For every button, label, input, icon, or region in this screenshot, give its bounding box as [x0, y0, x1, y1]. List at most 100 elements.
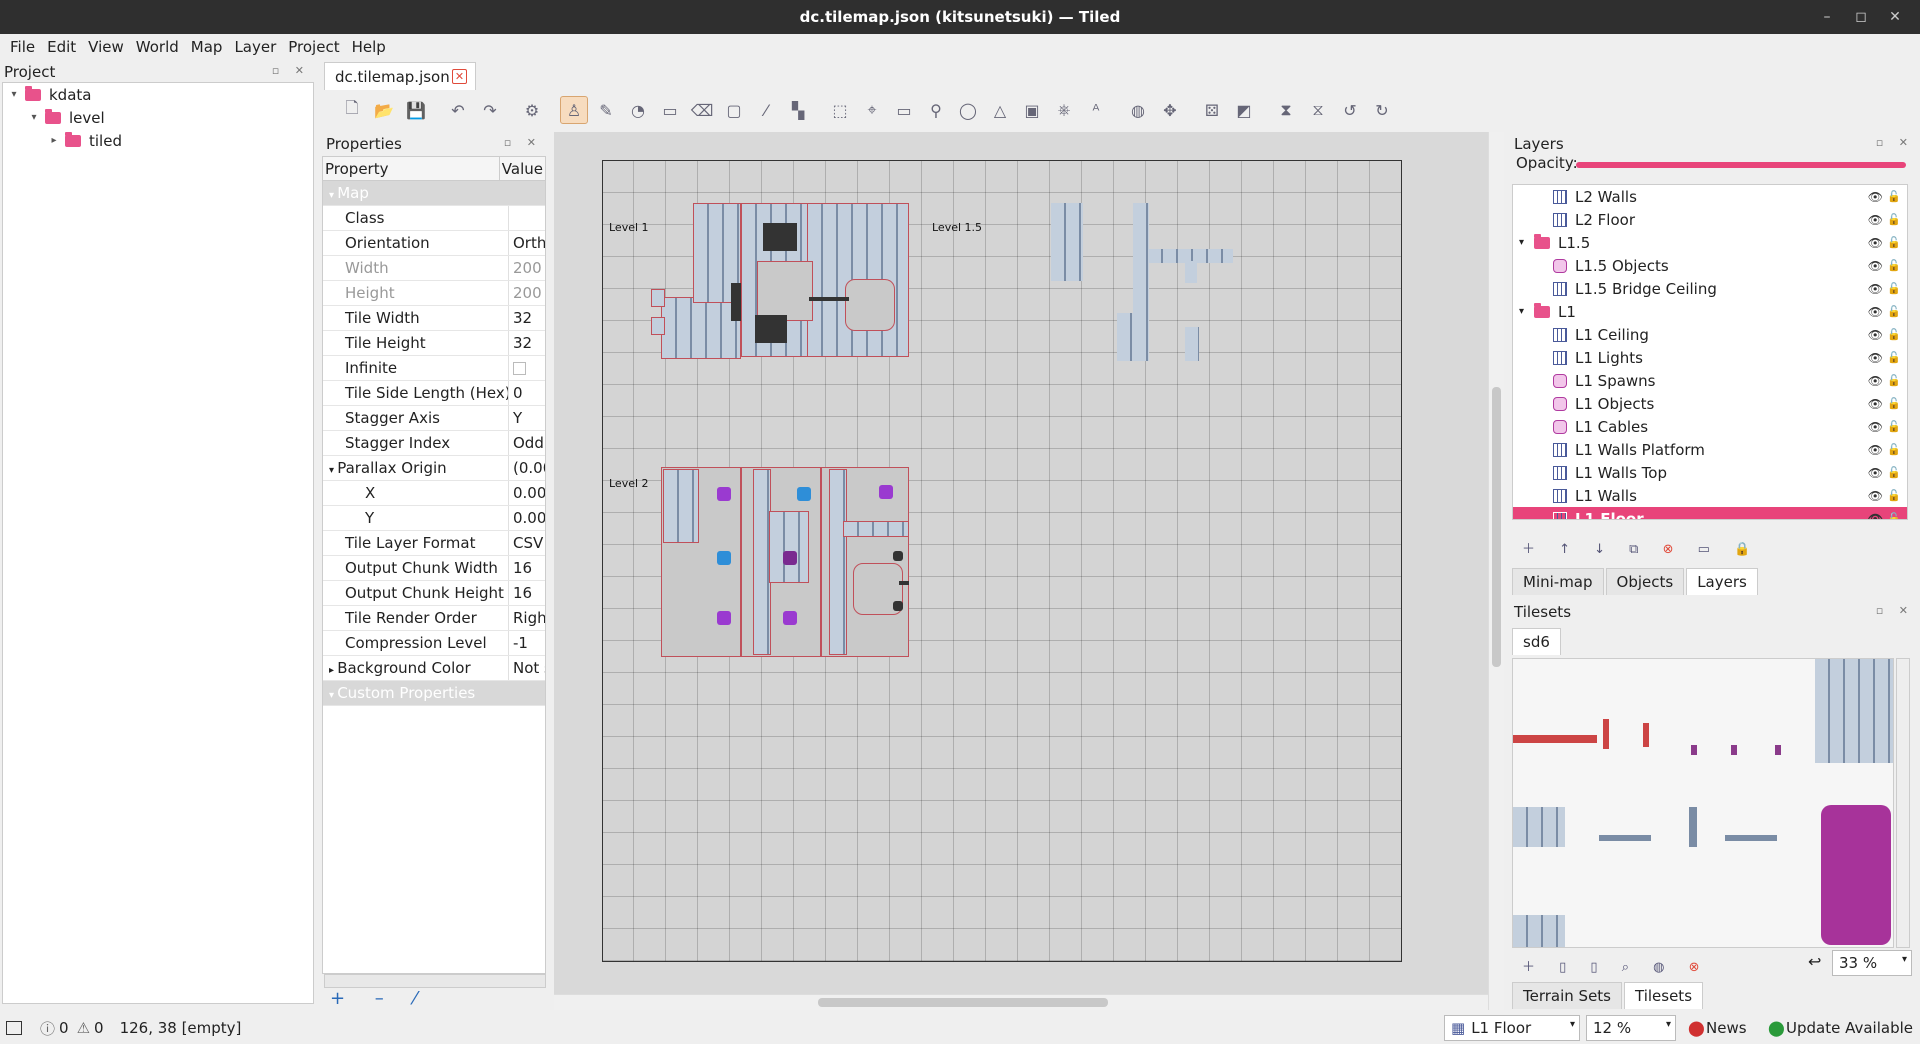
layer-item[interactable]: L1 Walls Top 👁 🔓 [1513, 461, 1907, 484]
stamp-brush-icon[interactable]: ♙ [560, 96, 588, 124]
chevron-icon[interactable]: ▸ [329, 665, 337, 676]
layer-item[interactable]: L1 Floor 👁 🔓 [1513, 507, 1907, 520]
property-value[interactable]: 16 [509, 559, 545, 577]
visibility-eye-icon[interactable]: 👁 [1868, 259, 1883, 273]
random-mode-icon[interactable]: ⚄ [1198, 96, 1226, 124]
layer-item[interactable]: L2 Walls 👁 🔓 [1513, 185, 1907, 208]
property-value[interactable] [509, 359, 545, 377]
lock-icon[interactable]: 🔓 [1887, 420, 1901, 433]
property-row[interactable]: Stagger Axis Y [323, 406, 545, 431]
commands-icon[interactable]: ⚙ [518, 96, 546, 124]
property-row[interactable]: Y 0.00 [323, 506, 545, 531]
property-row[interactable]: Output Chunk Width 16 [323, 556, 545, 581]
layer-item[interactable]: L1.5 Bridge Ceiling 👁 🔓 [1513, 277, 1907, 300]
undo-icon[interactable]: ↶ [444, 96, 472, 124]
property-row[interactable]: Tile Height 32 [323, 331, 545, 356]
lock-icon[interactable]: 🔓 [1887, 466, 1901, 479]
tilemap[interactable]: Level 1 Level 1.5 Level 2 [602, 160, 1402, 962]
warning-icon[interactable]: ⚠ [77, 1019, 90, 1037]
property-row[interactable]: Width 200 [323, 256, 545, 281]
property-row[interactable]: Output Chunk Height 16 [323, 581, 545, 606]
minimize-icon[interactable]: – [1812, 0, 1842, 34]
lock-icon[interactable]: 🔓 [1887, 213, 1901, 226]
error-icon[interactable]: ⓘ [40, 1018, 55, 1039]
open-icon[interactable]: 📂 [370, 96, 398, 124]
property-row[interactable]: Compression Level -1 [323, 631, 545, 656]
move-icon[interactable]: ✥ [1156, 96, 1184, 124]
menu-map[interactable]: Map [185, 38, 229, 56]
chevron-right-icon[interactable]: ▸ [47, 135, 61, 146]
property-value[interactable]: Odd [509, 434, 545, 452]
visibility-eye-icon[interactable]: 👁 [1868, 305, 1883, 319]
property-value[interactable]: -1 [509, 634, 545, 652]
property-row[interactable]: Infinite [323, 356, 545, 381]
edit-polygons-icon[interactable]: ⌖ [858, 96, 886, 124]
rotate-right-icon[interactable]: ↻ [1368, 96, 1396, 124]
news-button[interactable]: News [1706, 1019, 1747, 1037]
layer-item[interactable]: L1 Walls Platform 👁 🔓 [1513, 438, 1907, 461]
layer-item[interactable]: ▾ L1.5 👁 🔓 [1513, 231, 1907, 254]
property-value[interactable]: Not s [509, 659, 545, 677]
property-row[interactable]: X 0.00 [323, 481, 545, 506]
insert-text-icon[interactable]: ᴬ [1082, 96, 1110, 124]
tree-item-tiled[interactable]: ▸ tiled [3, 129, 313, 152]
property-value[interactable]: 0.00 [509, 484, 545, 502]
chevron-down-icon[interactable]: ▾ [7, 89, 21, 100]
property-value[interactable]: Y [509, 409, 545, 427]
canvas-hscroll[interactable] [554, 994, 1488, 1010]
menu-help[interactable]: Help [346, 38, 392, 56]
dock-buttons-icon[interactable]: ▫ ✕ [272, 64, 310, 77]
chevron-down-icon[interactable]: ▾ [1519, 237, 1524, 248]
layer-item[interactable]: L1.5 Objects 👁 🔓 [1513, 254, 1907, 277]
visibility-eye-icon[interactable]: 👁 [1868, 351, 1883, 365]
menu-layer[interactable]: Layer [228, 38, 282, 56]
property-value[interactable]: 0 [509, 384, 545, 402]
layer-item[interactable]: L1 Ceiling 👁 🔓 [1513, 323, 1907, 346]
dynamic-wrap-icon[interactable]: ↩ [1808, 952, 1821, 971]
layer-actions[interactable]: ＋ ↑ ↓ ⧉ ⊗ ▭ 🔒 [1522, 538, 1760, 557]
visibility-eye-icon[interactable]: 👁 [1868, 512, 1883, 520]
chevron-down-icon[interactable]: ▾ [27, 112, 41, 123]
chevron-icon[interactable]: ▾ [329, 465, 337, 476]
layer-combo[interactable]: ▦ L1 Floor ▾ [1444, 1015, 1580, 1041]
new-map-icon[interactable]: 🗋 [338, 96, 366, 124]
add-property-icon[interactable]: + – ⁄ [330, 988, 429, 1009]
layer-item[interactable]: L1 Lights 👁 🔓 [1513, 346, 1907, 369]
menu-view[interactable]: View [82, 38, 130, 56]
property-row[interactable]: Height 200 [323, 281, 545, 306]
lock-icon[interactable]: 🔓 [1887, 190, 1901, 203]
map-canvas[interactable]: Level 1 Level 1.5 Level 2 [554, 132, 1504, 1010]
property-value[interactable]: 0.00 [509, 509, 545, 527]
property-value[interactable]: Orth [509, 234, 545, 252]
visibility-eye-icon[interactable]: 👁 [1868, 489, 1883, 503]
canvas-vscroll[interactable] [1488, 132, 1504, 1010]
visibility-eye-icon[interactable]: 👁 [1868, 190, 1883, 204]
insert-rectangle-icon[interactable]: ▭ [890, 96, 918, 124]
lock-icon[interactable]: 🔓 [1887, 236, 1901, 249]
dock-buttons-icon[interactable]: ▫ ✕ [1876, 136, 1914, 149]
rect-select-icon[interactable]: ▢ [720, 96, 748, 124]
lock-icon[interactable]: 🔓 [1887, 305, 1901, 318]
insert-point-icon[interactable]: ⚲ [922, 96, 950, 124]
property-value[interactable]: CSV [509, 534, 545, 552]
eraser-icon[interactable]: ⌫ [688, 96, 716, 124]
tab-document[interactable]: dc.tilemap.json ✕ [324, 62, 476, 90]
close-tab-icon[interactable]: ✕ [452, 69, 467, 84]
chevron-down-icon[interactable]: ▾ [1519, 306, 1524, 317]
maximize-icon[interactable]: ◻ [1846, 0, 1876, 34]
layer-item[interactable]: L1 Spawns 👁 🔓 [1513, 369, 1907, 392]
console-icon[interactable] [6, 1021, 22, 1035]
property-row[interactable]: Tile Render Order Righ [323, 606, 545, 631]
wang-fill-icon[interactable]: ◩ [1230, 96, 1258, 124]
insert-ellipse-icon[interactable]: ◯ [954, 96, 982, 124]
lock-icon[interactable]: 🔓 [1887, 259, 1901, 272]
visibility-eye-icon[interactable]: 👁 [1868, 374, 1883, 388]
tileset-actions[interactable]: ＋ ▯ ▯ ⌕ ◍ ⊗ [1522, 956, 1710, 975]
property-value[interactable]: 200 [509, 284, 545, 302]
property-value[interactable]: 32 [509, 334, 545, 352]
opacity-slider[interactable] [1576, 162, 1906, 168]
tileset-vscroll[interactable] [1896, 658, 1910, 948]
menu-world[interactable]: World [130, 38, 185, 56]
insert-polygon-icon[interactable]: △ [986, 96, 1014, 124]
magic-wand-icon[interactable]: ⁄ [752, 96, 780, 124]
